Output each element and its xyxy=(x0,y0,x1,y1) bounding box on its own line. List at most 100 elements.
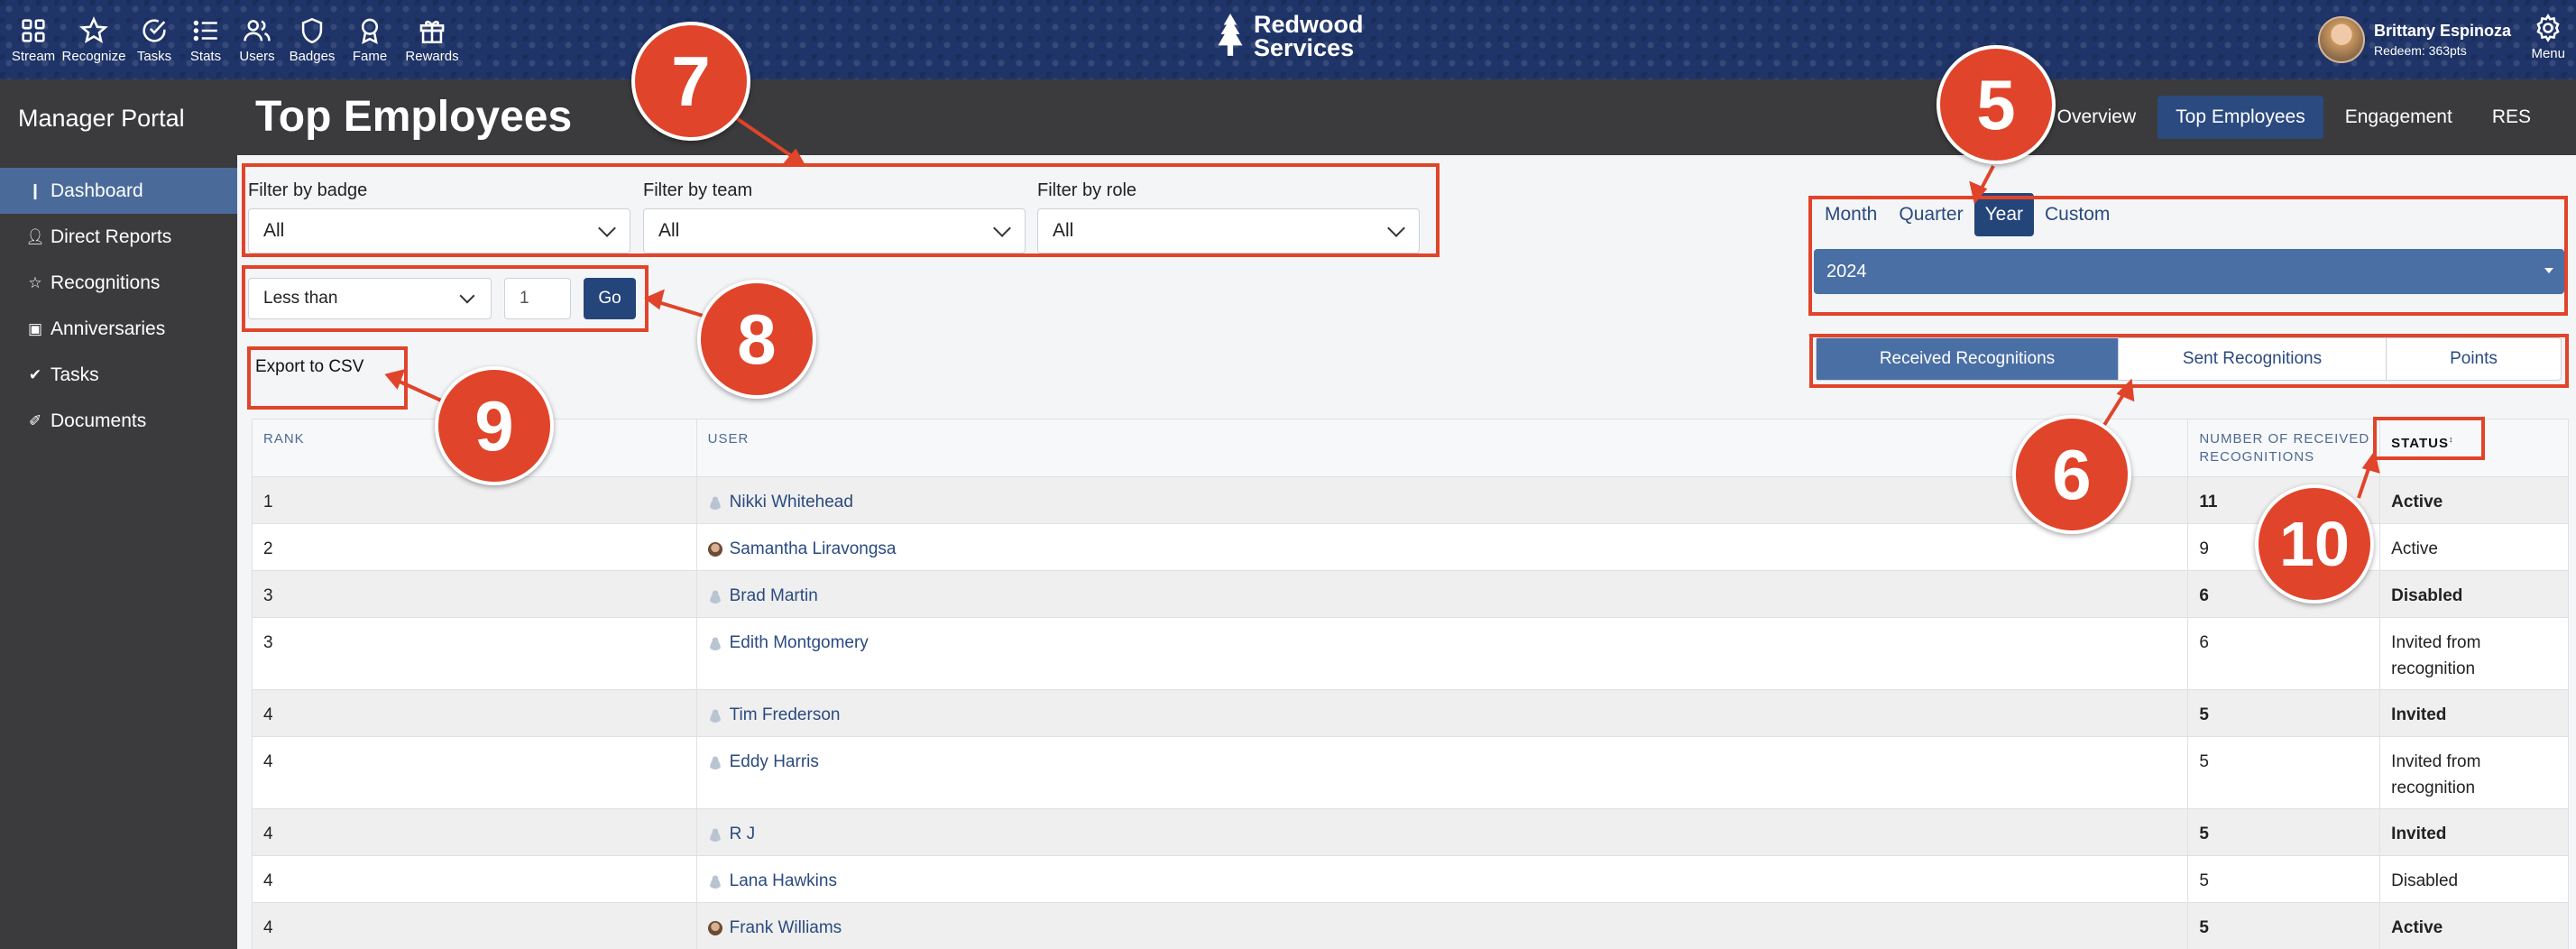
avatar-icon xyxy=(707,708,722,723)
status-cell: Active xyxy=(2391,493,2443,511)
page-title: Top Employees xyxy=(255,93,573,141)
avatar-icon xyxy=(707,589,722,603)
sidebar-item-tasks[interactable]: ✔ Tasks xyxy=(0,352,237,398)
user-link[interactable]: Nikki Whitehead xyxy=(730,489,853,515)
sidebar-item-label: Direct Reports xyxy=(51,226,172,247)
status-cell: Disabled xyxy=(2391,586,2463,605)
highlight-status xyxy=(2373,417,2485,460)
rank-cell: 4 xyxy=(253,809,697,855)
user-cell: Brad Martin xyxy=(697,571,2189,617)
table-row: 3 Brad Martin 6 Disabled xyxy=(253,571,2568,618)
tab-overview[interactable]: Overview xyxy=(2039,96,2155,139)
highlight-period xyxy=(1808,196,2568,316)
nav-stream[interactable]: Stream xyxy=(7,0,60,79)
col-number-received[interactable]: NUMBER OF RECEIVED RECOGNITIONS xyxy=(2188,419,2381,476)
brand-line2: Services xyxy=(1254,34,1355,61)
avatar-icon xyxy=(707,755,722,769)
table-row: 4 Eddy Harris 5 Invited from recognition xyxy=(253,737,2568,809)
brand-line1: Redwood xyxy=(1254,11,1364,38)
tab-res[interactable]: RES xyxy=(2474,96,2549,139)
nav-stats[interactable]: Stats xyxy=(180,0,231,79)
top-employees-table: RANK USER NUMBER OF RECEIVED RECOGNITION… xyxy=(252,419,2569,949)
tab-engagement[interactable]: Engagement xyxy=(2327,96,2470,139)
count-cell: 5 xyxy=(2188,809,2381,855)
user-link[interactable]: R J xyxy=(730,821,756,847)
highlight-filters xyxy=(242,163,1440,257)
brand-name: Redwood Services xyxy=(1254,13,1364,60)
status-cell: Invited from recognition xyxy=(2391,752,2481,797)
table-row: 4 Frank Williams 5 Active xyxy=(253,903,2568,949)
sidebar-item-direct-reports[interactable]: 👤︎ Direct Reports xyxy=(0,214,237,260)
star-icon: ☆ xyxy=(28,273,42,291)
users-icon xyxy=(244,20,271,41)
user-cell: Eddy Harris xyxy=(697,737,2189,808)
user-cell: Edith Montgomery xyxy=(697,618,2189,689)
nav-tasks[interactable]: Tasks xyxy=(128,0,180,79)
nav-badges[interactable]: Badges xyxy=(283,0,341,79)
sidebar-item-anniversaries[interactable]: ▣ Anniversaries xyxy=(0,306,237,352)
portal-title: Manager Portal xyxy=(18,105,185,132)
user-link[interactable]: Tim Frederson xyxy=(730,702,841,728)
grid-icon xyxy=(22,19,45,42)
table-row: 3 Edith Montgomery 6 Invited from recogniti… xyxy=(253,618,2568,690)
user-cell: Tim Frederson xyxy=(697,690,2189,736)
status-cell: Active xyxy=(2391,539,2438,558)
nav-label: Rewards xyxy=(405,49,459,64)
count-cell: 6 xyxy=(2188,618,2381,689)
nav-rewards[interactable]: Rewards xyxy=(399,0,465,79)
table-row: 4 Tim Frederson 5 Invited xyxy=(253,690,2568,737)
sidebar-nav: ❙ Dashboard 👤︎ Direct Reports ☆ Recognit… xyxy=(0,168,237,444)
sidebar: Manager Portal ❙ Dashboard 👤︎ Direct Rep… xyxy=(0,79,237,949)
user-link[interactable]: Eddy Harris xyxy=(730,749,819,775)
callout-9: 9 xyxy=(435,366,554,485)
callout-10: 10 xyxy=(2255,484,2374,603)
avatar-icon xyxy=(707,874,722,889)
menu-button[interactable]: Menu xyxy=(2531,13,2565,61)
sidebar-item-label: Dashboard xyxy=(51,180,143,201)
callout-5: 5 xyxy=(1937,45,2056,164)
nav-recognize[interactable]: Recognize xyxy=(60,0,128,79)
nav-label: Stream xyxy=(11,49,56,64)
user-name: Brittany Espinoza xyxy=(2373,22,2511,40)
sidebar-item-documents[interactable]: ✐ Documents xyxy=(0,398,237,444)
nav-label: Stats xyxy=(189,49,222,64)
user-cell: Samantha Liravongsa xyxy=(697,524,2189,570)
user-link[interactable]: Brad Martin xyxy=(730,583,818,609)
sidebar-item-label: Tasks xyxy=(51,364,99,385)
count-cell: 5 xyxy=(2188,903,2381,949)
user-cell: Frank Williams xyxy=(697,903,2189,949)
user-info: Brittany Espinoza Redeem: 363pts xyxy=(2374,22,2511,58)
highlight-recognition-tabs xyxy=(1809,334,2569,388)
sidebar-item-recognitions[interactable]: ☆ Recognitions xyxy=(0,260,237,306)
user-link[interactable]: Frank Williams xyxy=(730,915,842,941)
col-user[interactable]: USER xyxy=(697,419,2189,476)
user-link[interactable]: Edith Montgomery xyxy=(730,630,869,656)
status-cell: Invited from recognition xyxy=(2391,633,2481,678)
nav-label: Fame xyxy=(352,49,388,64)
nav-label: Users xyxy=(239,49,275,64)
avatar-icon xyxy=(707,921,722,935)
table-row: 2 Samantha Liravongsa 9 Active xyxy=(253,524,2568,571)
page-header: Top Employees Overview Top Employees Eng… xyxy=(237,79,2576,155)
user-points: Redeem: 363pts xyxy=(2373,43,2467,58)
top-navbar: Stream Recognize Tasks Stats Users Badge… xyxy=(0,0,2576,79)
nav-users[interactable]: Users xyxy=(231,0,283,79)
nav-label: Tasks xyxy=(136,49,172,64)
avatar-icon xyxy=(707,827,722,842)
user-icon: 👤︎ xyxy=(25,227,45,245)
nav-fame[interactable]: Fame xyxy=(341,0,399,79)
table-row: 4 R J 5 Invited xyxy=(253,809,2568,856)
tab-top-employees[interactable]: Top Employees xyxy=(2157,96,2323,139)
user-link[interactable]: Samantha Liravongsa xyxy=(730,536,897,562)
header-tabs: Overview Top Employees Engagement RES xyxy=(2036,96,2549,139)
gift-icon xyxy=(419,20,445,44)
rank-cell: 3 xyxy=(253,571,697,617)
status-cell: Invited xyxy=(2391,705,2447,724)
user-link[interactable]: Lana Hawkins xyxy=(730,868,837,894)
sidebar-item-label: Recognitions xyxy=(51,272,161,293)
highlight-export xyxy=(247,346,408,410)
brand-logo[interactable]: Redwood Services xyxy=(1214,13,1364,60)
user-profile[interactable]: Brittany Espinoza Redeem: 363pts xyxy=(2317,16,2511,63)
sidebar-item-dashboard[interactable]: ❙ Dashboard xyxy=(0,168,237,214)
highlight-compare xyxy=(242,265,649,332)
